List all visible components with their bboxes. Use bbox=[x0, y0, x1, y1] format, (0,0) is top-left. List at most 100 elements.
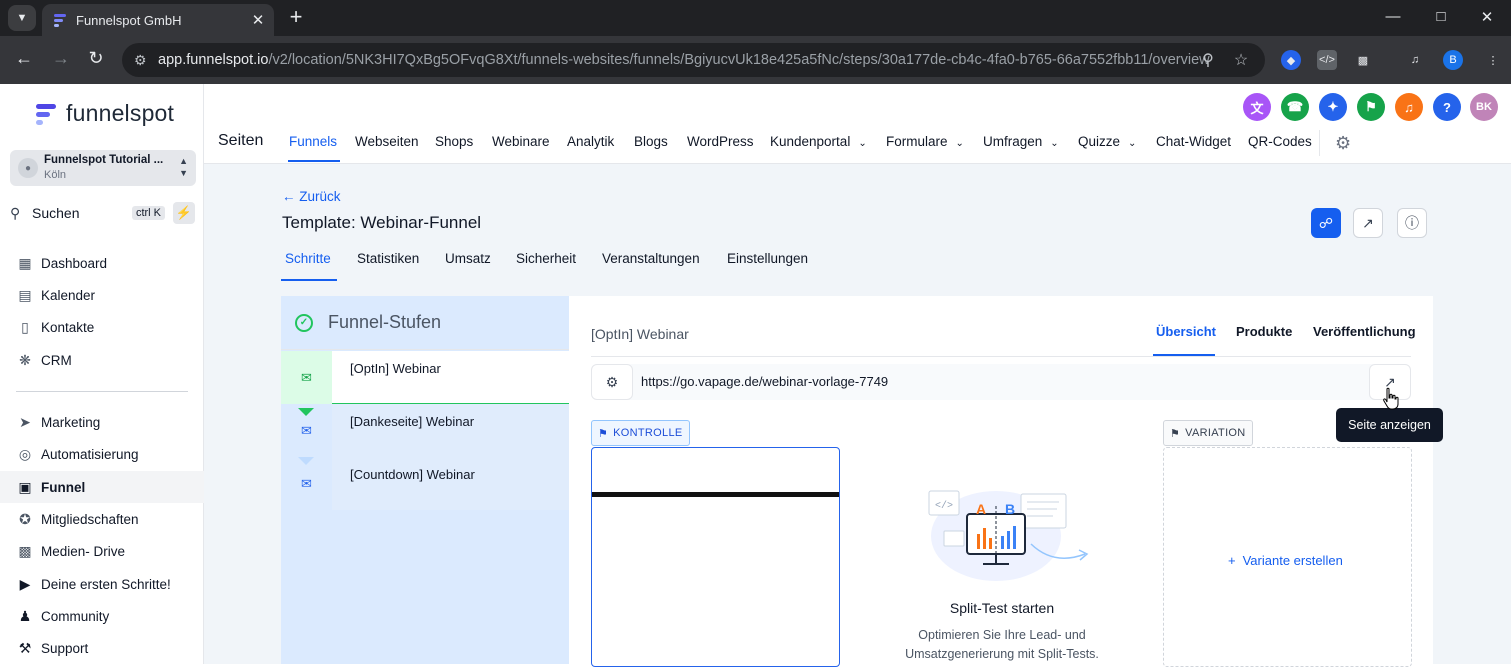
sidebar-item-calendar[interactable]: ▤ Kalender bbox=[0, 279, 204, 311]
maximize-icon[interactable]: □ bbox=[1426, 8, 1456, 25]
tab-webseiten[interactable]: Webseiten bbox=[355, 134, 419, 149]
funnel-step-item[interactable]: ✉ [OptIn] Webinar bbox=[281, 351, 569, 404]
media-control-icon[interactable]: ♫ bbox=[1405, 50, 1425, 70]
announcement-icon[interactable]: ⚑ bbox=[1357, 93, 1385, 121]
tab-shops[interactable]: Shops bbox=[435, 134, 473, 149]
tab-formulare[interactable]: Formulare ⌄ bbox=[886, 134, 964, 149]
badge-icon: ✪ bbox=[19, 510, 31, 527]
location-switcher[interactable]: ● Funnelspot Tutorial ... Köln ▲ ▼ bbox=[10, 150, 196, 186]
tab-webinare[interactable]: Webinare bbox=[492, 134, 550, 149]
sidebar-item-automation[interactable]: ◎ Automatisierung bbox=[0, 438, 204, 470]
chevron-updown-icon: ▲ ▼ bbox=[179, 156, 188, 178]
sidebar-item-support[interactable]: ⚒ Support bbox=[0, 632, 204, 664]
open-external-button[interactable]: ↗ bbox=[1353, 208, 1383, 238]
sidebar-item-marketing[interactable]: ➤ Marketing bbox=[0, 406, 204, 438]
create-variant-button[interactable]: + Variante erstellen bbox=[1228, 553, 1343, 568]
tab-analytik[interactable]: Analytik bbox=[567, 134, 614, 149]
arrow-left-icon: ← bbox=[282, 189, 300, 204]
sidebar-item-funnel[interactable]: ▣ Funnel bbox=[0, 471, 204, 503]
tab-qr-codes[interactable]: QR-Codes bbox=[1248, 134, 1312, 149]
browser-menu-icon[interactable]: ⋮ bbox=[1483, 50, 1503, 70]
brand-logo[interactable]: funnelspot bbox=[34, 100, 174, 127]
bookmark-star-icon[interactable]: ☆ bbox=[1231, 50, 1251, 70]
tab-umfragen[interactable]: Umfragen ⌄ bbox=[983, 134, 1059, 149]
sidebar-item-memberships[interactable]: ✪ Mitgliedschaften bbox=[0, 503, 204, 535]
reload-icon[interactable]: ↻ bbox=[84, 48, 108, 69]
crm-icon: ❋ bbox=[19, 351, 31, 368]
sidebar-item-first-steps[interactable]: ▶ Deine ersten Schritte! bbox=[0, 568, 204, 600]
tab-veranstaltungen[interactable]: Veranstaltungen bbox=[602, 251, 700, 266]
page-url[interactable]: https://go.vapage.de/webinar-vorlage-774… bbox=[641, 374, 888, 389]
sidebar-item-media-drive[interactable]: ▩ Medien- Drive bbox=[0, 535, 204, 567]
sidebar-item-crm[interactable]: ❋ CRM bbox=[0, 344, 204, 376]
mouse-cursor-icon bbox=[1383, 387, 1399, 410]
sidebar-item-label: Support bbox=[41, 640, 89, 656]
translate-icon[interactable]: 文 bbox=[1243, 93, 1271, 121]
tab-veroeffentlichung[interactable]: Veröffentlichung bbox=[1313, 324, 1416, 339]
info-button[interactable]: ⓘ bbox=[1397, 208, 1427, 238]
user-avatar[interactable]: BK bbox=[1470, 93, 1498, 121]
funnel-steps-header: ✓ Funnel-Stufen bbox=[281, 296, 569, 350]
new-tab-icon[interactable]: + bbox=[284, 6, 308, 28]
browser-tab-bar: ▼ Funnelspot GmbH ✕ + — □ ✕ bbox=[0, 0, 1511, 36]
help-icon[interactable]: ? bbox=[1433, 93, 1461, 121]
forward-icon[interactable]: → bbox=[49, 48, 73, 69]
settings-gear-icon[interactable]: ⚙ bbox=[1335, 133, 1351, 154]
tab-title: Funnelspot GmbH bbox=[76, 12, 182, 28]
funnel-steps-panel: ✓ Funnel-Stufen ✉ [OptIn] Webinar ✉ [Dan… bbox=[281, 296, 569, 664]
sidebar-item-label: Funnel bbox=[41, 479, 86, 495]
ai-sparkle-icon[interactable]: ✦ bbox=[1319, 93, 1347, 121]
url-settings-button[interactable]: ⚙ bbox=[591, 364, 633, 400]
sidebar-item-contacts[interactable]: ▯ Kontakte bbox=[0, 311, 204, 343]
address-bar[interactable]: ⚙ app.funnelspot.io/v2/location/5NK3HI7Q… bbox=[122, 43, 1265, 77]
phone-icon[interactable]: ☎ bbox=[1281, 93, 1309, 121]
tab-blogs[interactable]: Blogs bbox=[634, 134, 668, 149]
flag-icon: ⚑ bbox=[1170, 427, 1181, 440]
funnel-step-item[interactable]: ✉ [Countdown] Webinar bbox=[281, 457, 569, 510]
split-test-illustration: </> A B bbox=[928, 490, 1089, 581]
location-avatar-icon: ● bbox=[18, 158, 38, 178]
sidebar-search[interactable]: ⚲ Suchen ctrl K bbox=[10, 202, 165, 224]
step-detail-panel: [OptIn] Webinar Übersicht Produkte Veröf… bbox=[569, 296, 1443, 667]
tab-schritte[interactable]: Schritte bbox=[285, 251, 331, 266]
tab-label: Quizze bbox=[1078, 134, 1121, 149]
close-window-icon[interactable]: ✕ bbox=[1472, 8, 1502, 26]
funnel-step-body bbox=[332, 351, 569, 404]
funnel-step-label: [Countdown] Webinar bbox=[350, 467, 475, 482]
notification-bell-icon[interactable]: ♫ bbox=[1395, 93, 1423, 121]
profile-avatar[interactable]: B bbox=[1443, 50, 1463, 70]
back-icon[interactable]: ← bbox=[12, 48, 36, 69]
share-button[interactable]: ☍ bbox=[1311, 208, 1341, 238]
sidebar-item-community[interactable]: ♟ Community bbox=[0, 600, 204, 632]
tab-uebersicht[interactable]: Übersicht bbox=[1156, 324, 1216, 339]
sidebar-item-label: Marketing bbox=[41, 414, 101, 430]
sidebar-item-dashboard[interactable]: ▦ Dashboard bbox=[0, 247, 204, 279]
site-info-icon[interactable]: ⚙ bbox=[134, 52, 152, 69]
minimize-icon[interactable]: — bbox=[1378, 8, 1408, 25]
url-path: /v2/location/5NK3HI7QxBg5OFvqG8Xt/funnel… bbox=[268, 52, 1210, 68]
tab-kundenportal[interactable]: Kundenportal ⌄ bbox=[770, 134, 867, 149]
tab-statistiken[interactable]: Statistiken bbox=[357, 251, 419, 266]
tab-produkte[interactable]: Produkte bbox=[1236, 324, 1292, 339]
devtools-extension-icon[interactable]: </> bbox=[1317, 50, 1337, 70]
funnel-step-item[interactable]: ✉ [Dankeseite] Webinar bbox=[281, 404, 569, 457]
tab-wordpress[interactable]: WordPress bbox=[687, 134, 754, 149]
close-tab-icon[interactable]: ✕ bbox=[248, 11, 268, 29]
control-preview[interactable] bbox=[591, 447, 840, 667]
tab-einstellungen[interactable]: Einstellungen bbox=[727, 251, 808, 266]
tab-sicherheit[interactable]: Sicherheit bbox=[516, 251, 576, 266]
browser-tab[interactable]: Funnelspot GmbH ✕ bbox=[42, 4, 274, 36]
page-url-row: ⚙ https://go.vapage.de/webinar-vorlage-7… bbox=[591, 364, 1411, 400]
quick-actions-bolt-icon[interactable]: ⚡ bbox=[173, 202, 195, 224]
extensions-puzzle-icon[interactable]: ▩ bbox=[1353, 50, 1373, 70]
tab-quizze[interactable]: Quizze ⌄ bbox=[1078, 134, 1136, 149]
tab-chat-widget[interactable]: Chat-Widget bbox=[1156, 134, 1231, 149]
tab-umsatz[interactable]: Umsatz bbox=[445, 251, 491, 266]
funnel-icon: ▣ bbox=[18, 478, 32, 495]
zoom-icon[interactable]: ⚲ bbox=[1198, 50, 1218, 70]
tab-funnels[interactable]: Funnels bbox=[289, 134, 337, 149]
back-link[interactable]: ← Zurück bbox=[282, 189, 341, 204]
tab-search-button[interactable]: ▼ bbox=[8, 5, 36, 31]
funnel-steps-title: Funnel-Stufen bbox=[328, 312, 442, 332]
extension-icon[interactable]: ◆ bbox=[1281, 50, 1301, 70]
